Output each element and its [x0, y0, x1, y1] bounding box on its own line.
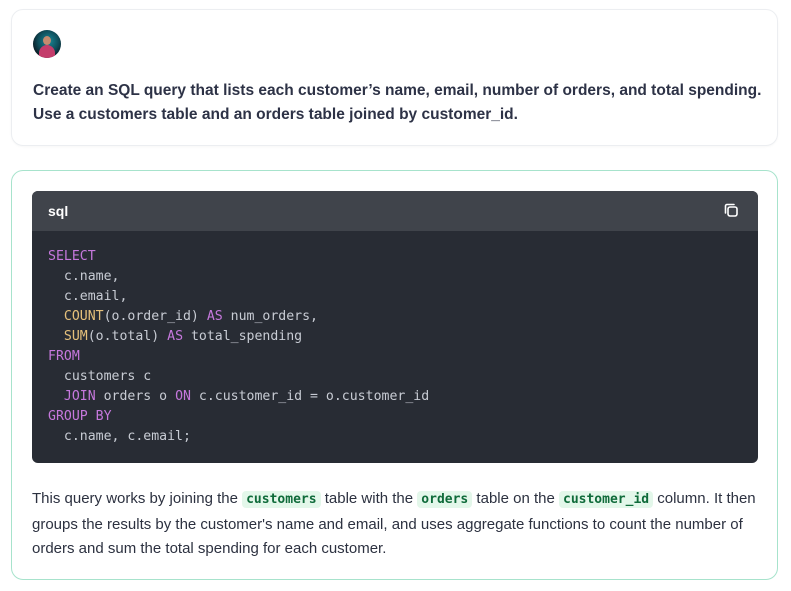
explanation-part: table with the — [320, 490, 418, 507]
explanation-part: table on the — [472, 490, 559, 507]
sql-keyword: GROUP BY — [48, 409, 112, 424]
code-line: GROUP BY — [48, 407, 742, 427]
code-language-label: sql — [48, 203, 69, 219]
code-line: c.name, c.email; — [48, 427, 742, 447]
prompt-text: Create an SQL query that lists each cust… — [33, 82, 762, 123]
sql-keyword: AS — [167, 329, 184, 344]
sql-keyword: FROM — [48, 349, 80, 364]
code-header: sql — [32, 191, 758, 231]
copy-code-button[interactable] — [722, 201, 742, 221]
code-line: FROM — [48, 347, 742, 367]
sql-function: COUNT — [63, 309, 104, 324]
sql-text: c.name, — [48, 269, 120, 284]
inline-code-customers: customers — [242, 491, 321, 508]
sql-keyword: JOIN — [63, 389, 96, 404]
copy-icon — [724, 203, 738, 217]
code-line: JOIN orders o ON c.customer_id = o.custo… — [48, 387, 742, 407]
sql-text: customers c — [48, 369, 152, 384]
inline-code-orders: orders — [417, 491, 473, 508]
inline-code-customer-id: customer_id — [559, 491, 654, 508]
sql-text: num_orders, — [222, 309, 318, 324]
code-line: c.name, — [48, 267, 742, 287]
sql-keyword: AS — [206, 309, 223, 324]
user-prompt-card: Create an SQL query that lists each cust… — [11, 9, 778, 146]
code-line: SUM(o.total) AS total_spending — [48, 327, 742, 347]
code-line: c.email, — [48, 287, 742, 307]
sql-function: SUM — [63, 329, 88, 344]
sql-text: (o.total) — [87, 329, 168, 344]
code-block: sql SELECT c.name, c.email, COUNT(o.orde… — [32, 191, 758, 463]
sql-text: orders o — [95, 389, 176, 404]
assistant-response-card: sql SELECT c.name, c.email, COUNT(o.orde… — [11, 170, 778, 580]
code-content: SELECT c.name, c.email, COUNT(o.order_id… — [32, 231, 758, 463]
explanation-part: This query works by joining the — [32, 490, 243, 507]
code-line: COUNT(o.order_id) AS num_orders, — [48, 307, 742, 327]
code-line: customers c — [48, 367, 742, 387]
sql-text: c.email, — [48, 289, 128, 304]
code-line: SELECT — [48, 247, 742, 267]
sql-keyword: ON — [175, 389, 191, 404]
explanation-text: This query works by joining the customer… — [32, 487, 762, 562]
sql-text: c.customer_id = o.customer_id — [190, 389, 430, 404]
user-avatar — [33, 30, 61, 58]
sql-keyword: SELECT — [48, 249, 96, 264]
sql-text: (o.order_id) — [103, 309, 207, 324]
sql-text: c.name, c.email; — [48, 429, 191, 444]
sql-text: total_spending — [183, 329, 303, 344]
